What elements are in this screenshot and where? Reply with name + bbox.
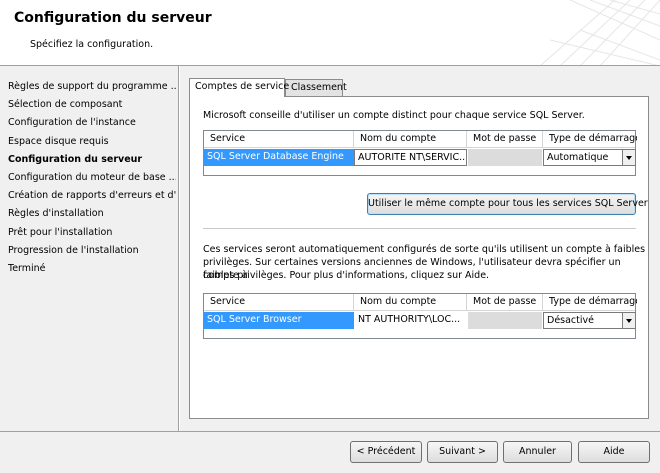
account-name-field[interactable]: NT AUTHORITY\LOC... (355, 312, 467, 329)
column-header-account[interactable]: Nom du compte (354, 131, 467, 148)
page-subtitle: Spécifiez la configuration. (30, 39, 154, 50)
next-button[interactable]: Suivant > (427, 441, 498, 463)
table-row[interactable]: SQL Server Database Engine AUTORITE NT\S… (204, 148, 636, 166)
help-button[interactable]: Aide (578, 441, 650, 463)
nav-item-instance-configuration[interactable]: Configuration de l'instance (8, 114, 176, 132)
use-same-account-button[interactable]: Utiliser le même compte pour tous les se… (367, 193, 648, 215)
nav-item-installation-progress[interactable]: Progression de l'installation (8, 242, 176, 260)
chevron-down-icon[interactable] (622, 313, 635, 328)
grid-header: Service Nom du compte Mot de passe Type … (204, 294, 637, 311)
password-field[interactable] (468, 312, 542, 329)
nav-item-ready-to-install[interactable]: Prêt pour l'installation (8, 224, 176, 242)
nav-divider-highlight (179, 66, 180, 431)
note-text-line-3: faibles privilèges. Pour plus d'informat… (203, 270, 490, 281)
table-row[interactable]: SQL Server Browser NT AUTHORITY\LOC... D… (204, 311, 636, 329)
column-header-service[interactable]: Service (204, 131, 354, 148)
service-accounts-grid: Service Nom du compte Mot de passe Type … (203, 130, 637, 176)
browser-service-grid: Service Nom du compte Mot de passe Type … (203, 293, 637, 339)
tab-service-accounts[interactable]: Comptes de service (189, 78, 289, 97)
startup-type-select[interactable]: Désactivé (543, 312, 636, 329)
wizard-steps-nav: Règles de support du programme ... Sélec… (8, 78, 176, 278)
column-header-account[interactable]: Nom du compte (354, 294, 467, 311)
section-separator (203, 228, 636, 229)
header-decoration-icon (540, 0, 660, 65)
back-button[interactable]: < Précédent (350, 441, 422, 463)
cell-service[interactable]: SQL Server Browser (204, 312, 354, 329)
nav-item-server-configuration[interactable]: Configuration du serveur (8, 151, 176, 169)
column-header-startup[interactable]: Type de démarrage (543, 294, 637, 311)
cell-service[interactable]: SQL Server Database Engine (204, 149, 354, 166)
nav-item-database-engine-configuration[interactable]: Configuration du moteur de base ... (8, 169, 176, 187)
startup-type-value: Automatique (547, 152, 609, 163)
grid-header: Service Nom du compte Mot de passe Type … (204, 131, 637, 148)
password-field[interactable] (468, 149, 542, 166)
nav-item-complete[interactable]: Terminé (8, 260, 176, 278)
nav-item-support-rules[interactable]: Règles de support du programme ... (8, 78, 176, 96)
tab-panel-service-accounts: Microsoft conseille d'utiliser un compte… (189, 96, 649, 419)
wizard-header: Configuration du serveur Spécifiez la co… (0, 0, 660, 66)
footer-divider (0, 431, 660, 432)
startup-type-select[interactable]: Automatique (543, 149, 636, 166)
nav-item-disk-space[interactable]: Espace disque requis (8, 133, 176, 151)
column-header-startup[interactable]: Type de démarrage (543, 131, 637, 148)
nav-item-installation-rules[interactable]: Règles d'installation (8, 205, 176, 223)
page-title: Configuration du serveur (14, 10, 212, 26)
intro-text: Microsoft conseille d'utiliser un compte… (203, 110, 585, 121)
note-text-line-1: Ces services seront automatiquement conf… (203, 244, 646, 255)
account-name-field[interactable]: AUTORITE NT\SERVIC... (354, 149, 467, 166)
chevron-down-icon[interactable] (622, 150, 635, 165)
column-header-password[interactable]: Mot de passe (467, 294, 543, 311)
nav-item-feature-selection[interactable]: Sélection de composant (8, 96, 176, 114)
tab-collation[interactable]: Classement (285, 79, 347, 96)
column-header-service[interactable]: Service (204, 294, 354, 311)
cancel-button[interactable]: Annuler (503, 441, 572, 463)
column-header-password[interactable]: Mot de passe (467, 131, 543, 148)
startup-type-value: Désactivé (547, 315, 594, 326)
nav-item-error-reporting[interactable]: Création de rapports d'erreurs et d'... (8, 187, 176, 205)
